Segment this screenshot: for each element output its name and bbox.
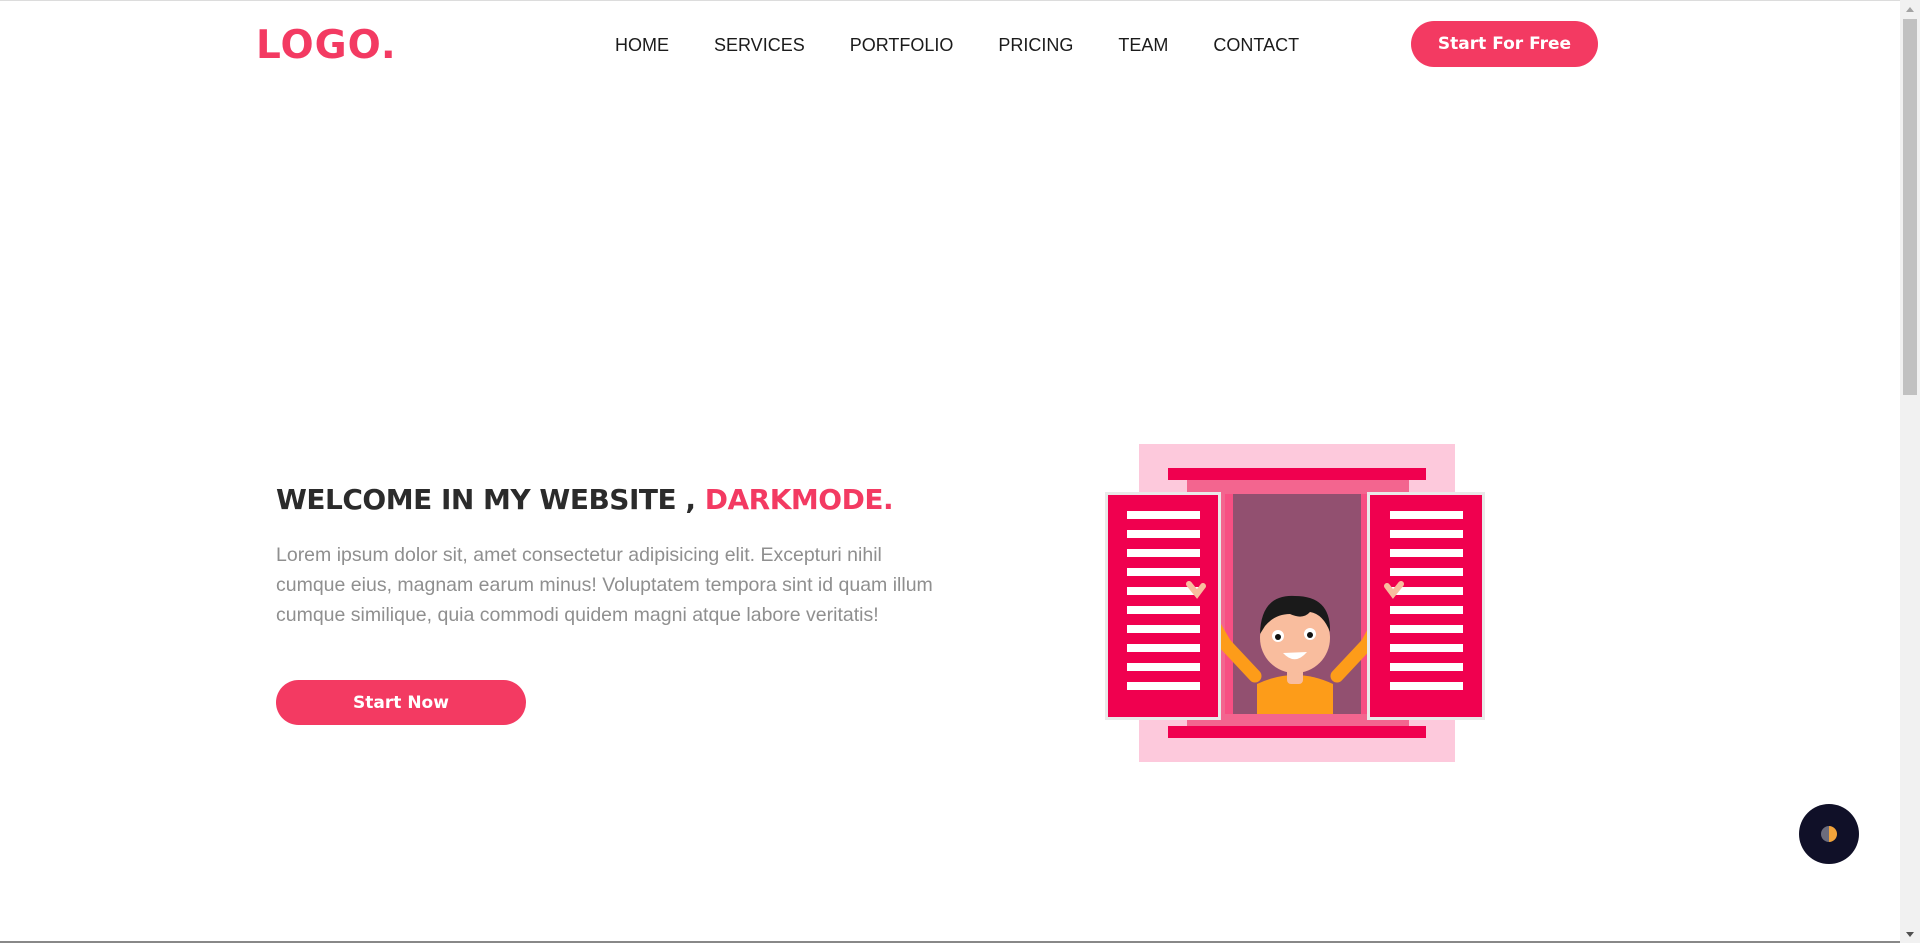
nav-team[interactable]: TEAM [1118, 34, 1168, 56]
scroll-up-arrow[interactable] [1900, 0, 1920, 18]
top-border [0, 0, 1900, 1]
window-person-illustration [1105, 444, 1485, 764]
scroll-down-arrow[interactable] [1900, 925, 1920, 943]
nav-portfolio[interactable]: PORTFOLIO [850, 34, 954, 56]
nav-pricing[interactable]: PRICING [998, 34, 1073, 56]
hero-title-main: WELCOME IN MY WEBSITE , [276, 483, 705, 516]
hero-title-accent: DARKMODE. [704, 483, 894, 516]
nav-home[interactable]: HOME [615, 34, 669, 56]
arrow-up-icon [1906, 6, 1914, 12]
nav-contact[interactable]: CONTACT [1213, 34, 1299, 56]
scrollbar-thumb[interactable] [1903, 19, 1917, 395]
hero-description: Lorem ipsum dolor sit, amet consectetur … [276, 544, 933, 626]
nav-services[interactable]: SERVICES [714, 34, 805, 56]
hero-title: WELCOME IN MY WEBSITE , DARKMODE. [276, 483, 894, 516]
moon-icon [1821, 826, 1837, 842]
start-for-free-button[interactable]: Start For Free [1411, 21, 1598, 67]
main-nav: HOME SERVICES PORTFOLIO PRICING TEAM CON… [615, 34, 1299, 56]
arrow-down-icon [1906, 931, 1914, 937]
logo[interactable]: LOGO. [256, 22, 397, 70]
dark-mode-toggle-button[interactable] [1799, 804, 1859, 864]
start-now-button[interactable]: Start Now [276, 680, 526, 725]
